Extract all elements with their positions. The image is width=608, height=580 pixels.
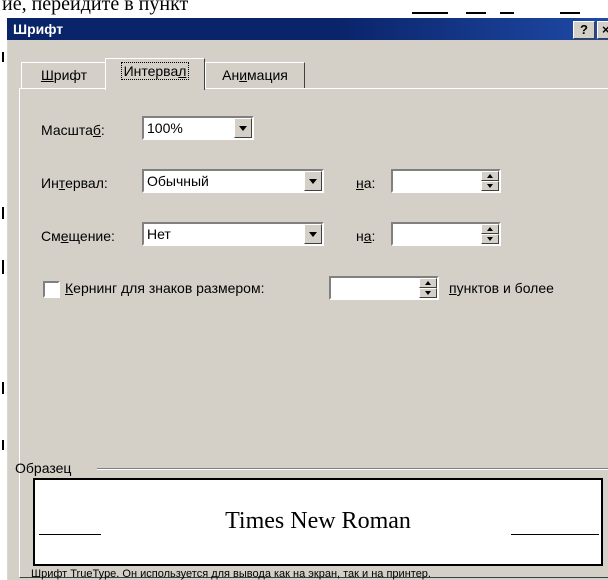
document-text-fragment: ие, перейдите в пункт [2, 0, 189, 15]
margin-mark [2, 440, 4, 450]
tab-spacing-label: Интервал [120, 62, 190, 80]
spacing-combobox[interactable]: Обычный [142, 169, 324, 193]
spin-up-icon[interactable] [419, 278, 437, 288]
sample-preview-box: Times New Roman [33, 478, 603, 566]
chevron-down-icon[interactable] [304, 171, 322, 191]
tab-animation[interactable]: Анимация [205, 62, 305, 89]
tab-font[interactable]: Шрифт [21, 62, 107, 89]
position-value: Нет [147, 226, 171, 242]
spin-down-icon[interactable] [481, 234, 499, 244]
tab-spacing[interactable]: Интервал [105, 58, 205, 90]
position-by-spinner[interactable] [391, 222, 501, 246]
margin-mark [2, 52, 4, 62]
scale-value: 100% [147, 120, 183, 136]
spacing-by-label: на: [356, 175, 376, 191]
tab-font-label: Шрифт [40, 67, 88, 83]
scale-combobox[interactable]: 100% [142, 116, 254, 140]
help-button[interactable]: ? [573, 21, 595, 39]
kerning-label[interactable]: Кернинг для знаков размером: [65, 280, 264, 296]
chevron-down-icon[interactable] [234, 118, 252, 138]
spin-down-icon[interactable] [481, 181, 499, 191]
spin-up-icon[interactable] [481, 224, 499, 234]
spacing-value: Обычный [147, 173, 209, 189]
document-underline [560, 12, 580, 14]
scale-label: Масштаб: [41, 122, 105, 138]
kerning-suffix-label: пунктов и более [449, 280, 554, 296]
position-label: Смещение: [41, 228, 115, 244]
chevron-down-icon[interactable] [304, 224, 322, 244]
kerning-checkbox[interactable] [43, 281, 60, 298]
sample-group-label: Образец [15, 460, 72, 476]
document-underline [466, 12, 486, 14]
document-underline [500, 12, 514, 14]
preview-baseline-right [511, 534, 599, 535]
preview-text: Times New Roman [225, 508, 411, 534]
dialog-title: Шрифт [13, 21, 64, 37]
position-combobox[interactable]: Нет [142, 222, 324, 246]
title-bar[interactable]: Шрифт ? × [7, 18, 608, 40]
document-underline [412, 12, 448, 14]
position-by-label: на: [356, 228, 376, 244]
close-button[interactable]: × [597, 21, 608, 39]
spacing-label: Интервал: [41, 175, 108, 191]
spin-down-icon[interactable] [419, 288, 437, 298]
spin-up-icon[interactable] [481, 171, 499, 181]
font-type-note: Шрифт TrueType. Он используется для выво… [31, 568, 431, 580]
font-dialog: Шрифт ? × Шрифт Интервал Анимация Масшта… [6, 18, 608, 580]
kerning-size-spinner[interactable] [329, 276, 439, 300]
sample-group-line [97, 468, 608, 470]
margin-mark [2, 207, 4, 219]
margin-mark [2, 382, 4, 394]
tab-animation-label: Анимация [222, 67, 288, 83]
margin-mark [2, 260, 4, 274]
spacing-by-spinner[interactable] [391, 169, 501, 193]
